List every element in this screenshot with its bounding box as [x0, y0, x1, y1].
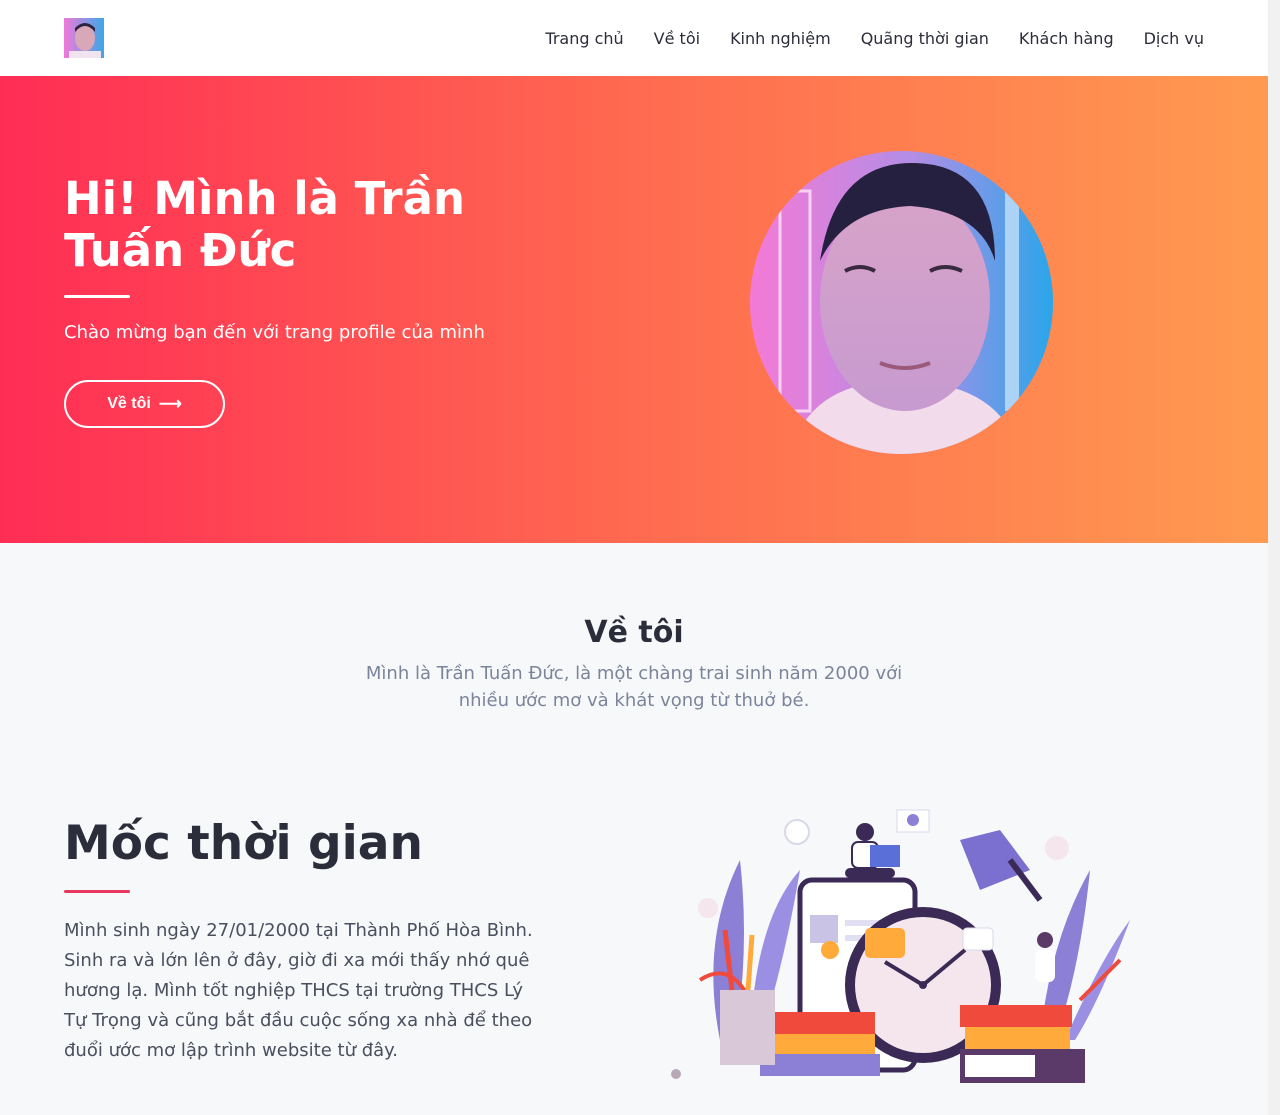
nav-experience[interactable]: Kinh nghiệm [730, 29, 831, 48]
hero-title: Hi! Mình là Trần Tuấn Đức [64, 172, 466, 277]
about-me-button-label: Về tôi [107, 395, 151, 412]
main-nav: Trang chủ Về tôi Kinh nghiệm Quãng thời … [545, 0, 1204, 76]
site-header: Trang chủ Về tôi Kinh nghiệm Quãng thời … [0, 0, 1268, 76]
timeline-text: Mình sinh ngày 27/01/2000 tại Thành Phố … [64, 920, 533, 1061]
arrow-right-icon: ⟶ [158, 396, 182, 413]
nav-home[interactable]: Trang chủ [545, 29, 623, 48]
nav-services[interactable]: Dịch vụ [1144, 29, 1204, 48]
nav-about[interactable]: Về tôi [654, 29, 700, 48]
logo-avatar[interactable] [64, 18, 104, 58]
hero-subtitle: Chào mừng bạn đến với trang profile của … [64, 322, 485, 343]
nav-timeline[interactable]: Quãng thời gian [861, 29, 989, 48]
about-text: Mình là Trần Tuấn Đức, là một chàng trai… [365, 663, 903, 711]
about-title: Về tôi [584, 615, 684, 650]
about-me-button[interactable]: Về tôi ⟶ [64, 380, 225, 428]
timeline-title: Mốc thời gian [64, 816, 423, 871]
profile-photo [750, 151, 1053, 454]
timeline-divider [64, 890, 130, 893]
hero-divider [64, 295, 130, 298]
hero-section: Hi! Mình là Trần Tuấn Đức Chào mừng bạn … [0, 76, 1268, 543]
page-scrollbar[interactable] [1268, 0, 1280, 1115]
time-management-illustration [660, 800, 1140, 1090]
nav-clients[interactable]: Khách hàng [1019, 29, 1114, 48]
